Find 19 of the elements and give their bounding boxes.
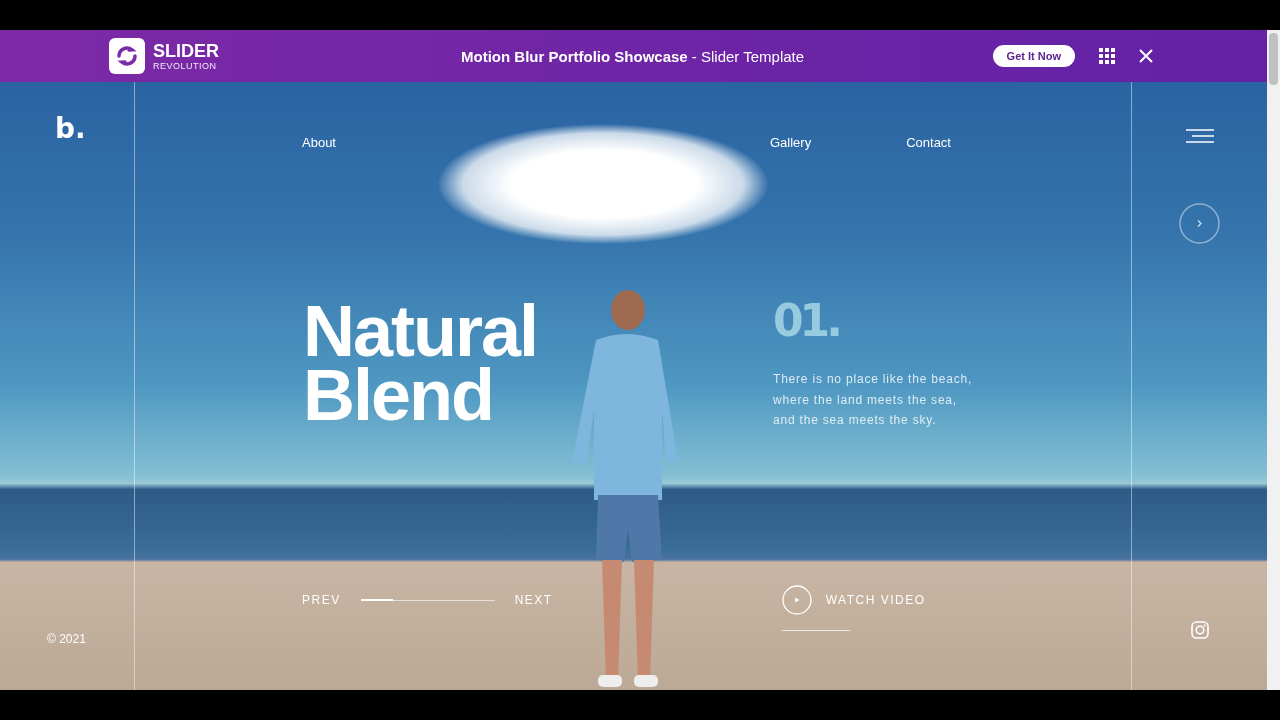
brand-subtitle: REVOLUTION [153, 61, 218, 71]
grid-icon[interactable] [1099, 48, 1115, 64]
instagram-icon[interactable] [1190, 621, 1209, 639]
nav-link[interactable]: About [302, 135, 336, 150]
nav-link[interactable]: Gallery [770, 135, 812, 150]
copyright: © 2021 [47, 632, 86, 646]
scrollbar[interactable] [1267, 30, 1280, 690]
close-icon[interactable] [1139, 49, 1153, 63]
headline: Natural Blend [303, 299, 539, 431]
slide-description: There is no place like the beach, where the land meets the sea, and the sea meets the sky. [773, 371, 973, 429]
brand-name: SLIDER [153, 41, 219, 60]
banner-title: Motion Blur Portfolio Showcase - Slider Template [461, 47, 805, 65]
menu-icon[interactable] [1185, 129, 1214, 143]
logo[interactable]: b. [55, 112, 86, 145]
refresh-logo-icon [109, 38, 145, 74]
slide-number: 01. [773, 299, 840, 343]
nav-link[interactable]: Contact [906, 135, 951, 150]
play-icon [781, 585, 812, 615]
get-it-now-button[interactable]: Get It Now [992, 45, 1075, 67]
